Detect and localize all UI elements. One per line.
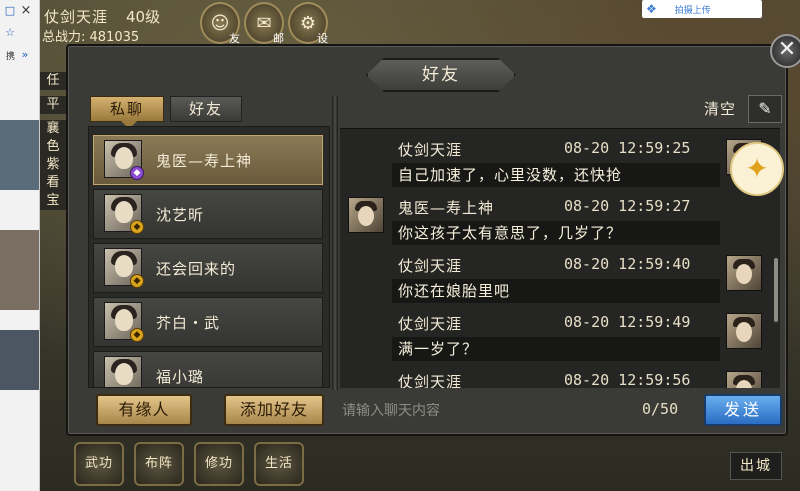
message-text: 你还在娘胎里吧 [392,279,720,303]
message-time: 08-20 12:59:49 [564,313,691,331]
message-sender: 仗剑天涯 [398,315,463,333]
chat-messages[interactable]: 仗剑天涯 08-20 12:59:25 自己加速了，心里没数，还快抢 鬼医—寿上… [340,128,780,388]
avatar[interactable] [726,371,762,388]
vip-badge-icon: ◆ [130,220,144,234]
contact-name: 还会回来的 [156,260,237,278]
close-dialog-button[interactable]: ✕ [770,34,800,68]
browser-thumbnail [0,330,39,390]
side-quest-label: 宝 [40,192,66,210]
close-icon: ✕ [777,37,797,62]
contact-item[interactable]: ◆ 芥白・武 [93,297,323,347]
contact-name: 芥白・武 [156,314,221,332]
browser-thumbnail [0,120,39,190]
browser-thumbnail [0,230,39,310]
settings-hud-button[interactable]: ⚙ 设 [288,2,328,45]
eraser-icon: ✎ [758,99,772,118]
vip-badge-icon: ◆ [130,328,144,342]
tab-friends[interactable]: 好友 [170,96,242,122]
player-power: 总战力: 481035 [42,30,140,45]
nav-life[interactable]: 生活 [254,442,304,486]
friends-icon: ☺ [210,12,230,34]
message-time: 08-20 12:59:25 [564,139,691,157]
chat-message: 仗剑天涯 08-20 12:59:56 [340,363,762,388]
floating-bird-icon[interactable]: ✦ [730,142,784,196]
tab-private-chat[interactable]: 私聊 [90,96,164,129]
side-quest-label: 平 [40,96,66,114]
camera-icon: ❖ [646,2,657,16]
player-level: 40级 [126,8,161,26]
message-text: 满一岁了？ [392,337,720,361]
message-sender: 鬼医—寿上神 [398,199,495,217]
double-chevron-icon[interactable]: » [19,49,31,61]
chat-message: 仗剑天涯 08-20 12:59:49 满一岁了？ [340,305,762,361]
nav-formation[interactable]: 布阵 [134,442,184,486]
fate-button[interactable]: 有缘人 [96,394,192,426]
side-quest-label: 色 [40,138,66,156]
contact-item[interactable]: ◆ 鬼医—寿上神 [93,135,323,185]
exit-city-button[interactable]: 出城 [730,452,782,480]
contact-name: 福小璐 [156,368,205,386]
nav-martial-arts[interactable]: 武功 [74,442,124,486]
add-friend-button[interactable]: 添加好友 [224,394,324,426]
close-icon[interactable]: × [20,4,32,17]
message-time: 08-20 12:59:27 [564,197,691,215]
browser-toolbar: □ × [0,0,39,22]
avatar [104,356,142,387]
chat-message: 鬼医—寿上神 08-20 12:59:27 你这孩子太有意思了，几岁了？ [340,189,760,245]
message-time: 08-20 12:59:40 [564,255,691,273]
gear-icon: ⚙ [299,12,317,34]
side-quest-label[interactable]: 任 [40,72,66,90]
contact-name: 沈艺昕 [156,206,205,224]
message-time: 08-20 12:59:56 [564,371,691,388]
avatar[interactable] [726,255,762,291]
avatar[interactable] [348,197,384,233]
message-text: 你这孩子太有意思了，几岁了？ [392,221,720,245]
player-name: 仗剑天涯 [44,8,109,26]
clear-label: 清空 [704,100,737,118]
mail-hud-button[interactable]: ✉ 邮 [244,2,284,45]
panel-divider [332,96,338,390]
chat-message: 仗剑天涯 08-20 12:59:40 你还在娘胎里吧 [340,247,762,303]
friends-hud-button[interactable]: ☺ 友 [200,2,240,45]
browser-toolbar-2: ☆ [0,22,39,44]
send-button[interactable]: 发送 [704,394,782,426]
upload-badge[interactable]: ❖ 拍摄上传 [642,0,762,18]
chat-scrollbar[interactable] [774,258,778,322]
vip-badge-icon: ◆ [130,274,144,288]
restore-icon[interactable]: □ [4,5,16,17]
side-quest-label: 紫 [40,156,66,174]
contact-item[interactable]: ◆ 还会回来的 [93,243,323,293]
browser-mini-text: 携 [6,51,16,62]
message-sender: 仗剑天涯 [398,257,463,275]
avatar[interactable] [726,313,762,349]
contact-list[interactable]: ◆ 鬼医—寿上神 ◆ 沈艺昕 ◆ 还会回来的 ◆ 芥白・武 福小璐 [88,126,330,388]
vip-badge-icon: ◆ [130,166,144,180]
upload-badge-label: 拍摄上传 [674,5,711,16]
mail-icon: ✉ [256,12,272,34]
contact-item[interactable]: ◆ 沈艺昕 [93,189,323,239]
contact-name: 鬼医—寿上神 [156,152,253,170]
browser-window-sliver: □ × ☆ 携 » [0,0,40,491]
clear-chat-button[interactable]: ✎ [748,95,782,123]
message-sender: 仗剑天涯 [398,373,463,388]
chat-message: 仗剑天涯 08-20 12:59:25 自己加速了，心里没数，还快抢 [340,131,762,187]
nav-cultivation[interactable]: 修功 [194,442,244,486]
side-quest-label: 看 [40,174,66,192]
message-sender: 仗剑天涯 [398,141,463,159]
side-quest-label: 襄 [40,120,66,138]
contact-item[interactable]: 福小璐 [93,351,323,387]
browser-toolbar-3: 携 » [0,44,39,66]
dialog-title: 好友 [366,58,516,92]
message-text: 自己加速了，心里没数，还快抢 [392,163,720,187]
star-icon[interactable]: ☆ [4,27,16,39]
char-counter: 0/50 [642,400,679,418]
